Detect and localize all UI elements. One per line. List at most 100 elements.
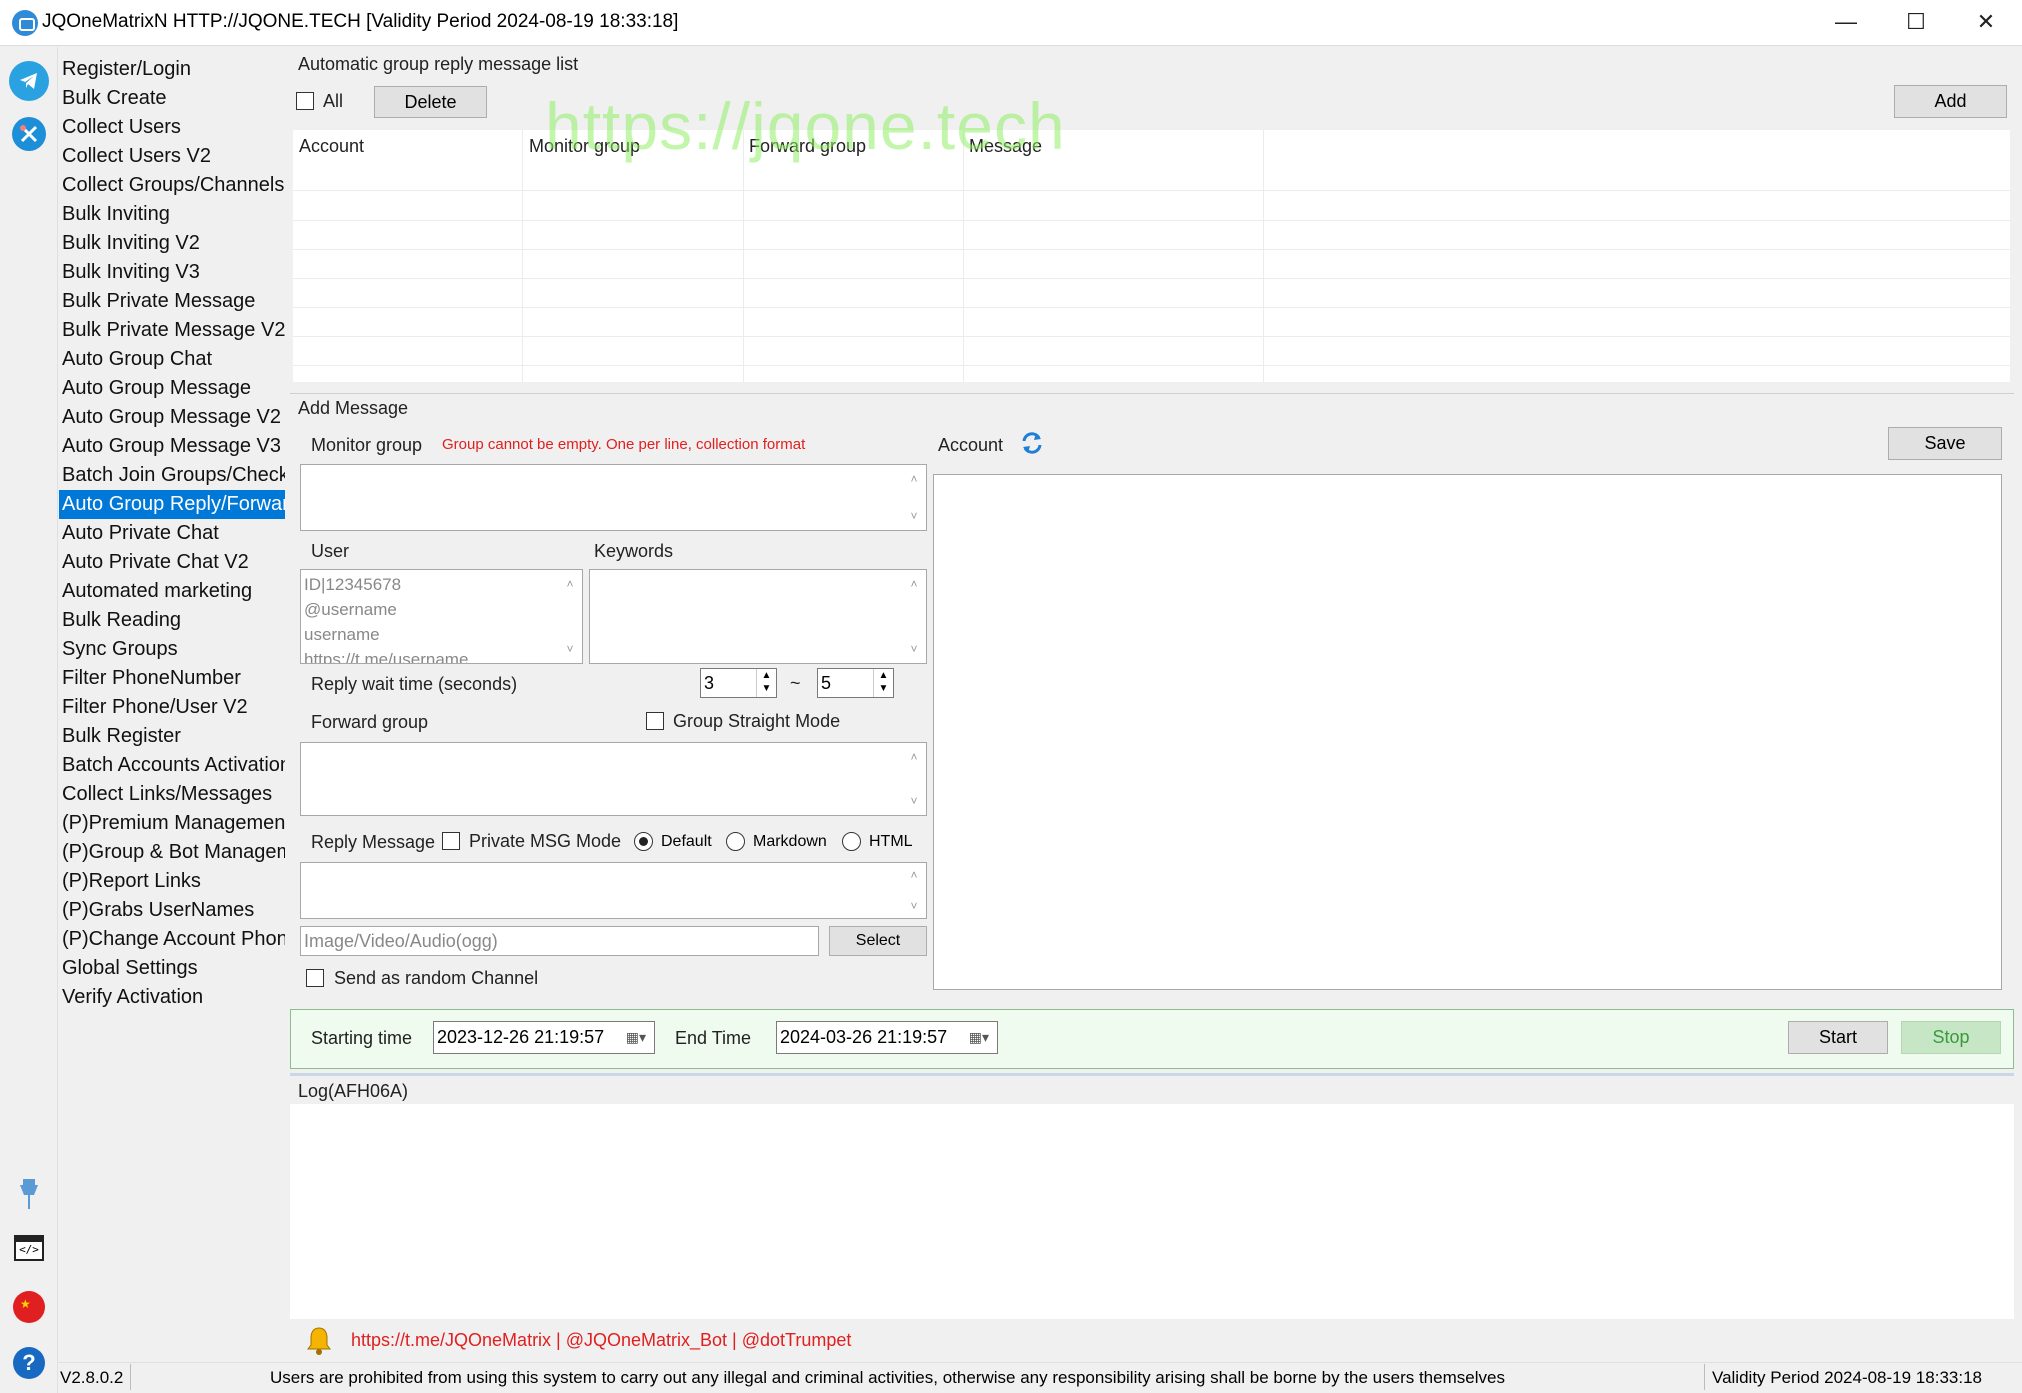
keywords-label: Keywords xyxy=(594,541,674,561)
nav-item-grabs-usernames[interactable]: (P)Grabs UserNames xyxy=(59,896,285,925)
nav-item-auto-group-message-v2[interactable]: Auto Group Message V2 xyxy=(59,403,285,432)
close-button[interactable]: ✕ xyxy=(1955,0,2017,46)
nav-item-sync-groups[interactable]: Sync Groups xyxy=(59,635,285,664)
pin-icon[interactable] xyxy=(16,1177,42,1213)
nav-item-batch-accounts-activation[interactable]: Batch Accounts Activation xyxy=(59,751,285,780)
minimize-button[interactable]: — xyxy=(1815,0,1877,46)
group-straight-checkbox[interactable] xyxy=(646,712,664,730)
bell-icon[interactable] xyxy=(306,1325,332,1355)
monitor-group-input[interactable]: ˄ ˅ xyxy=(300,464,927,531)
user-label: User xyxy=(311,541,350,561)
scroll-up-icon[interactable]: ˄ xyxy=(564,578,576,590)
group-straight-label: Group Straight Mode xyxy=(673,711,841,731)
wait-max-stepper[interactable]: 5 ▲ ▼ xyxy=(817,668,894,698)
nav-item-collect-groups[interactable]: Collect Groups/Channels xyxy=(59,171,285,200)
tools-icon[interactable] xyxy=(12,117,46,151)
wait-min-stepper[interactable]: 3 ▲ ▼ xyxy=(700,668,777,698)
scroll-up-icon[interactable]: ˄ xyxy=(908,751,920,763)
scroll-down-icon[interactable]: ˅ xyxy=(908,510,920,522)
delete-button[interactable]: Delete xyxy=(374,86,487,118)
nav-item-filter-phonenumber[interactable]: Filter PhoneNumber xyxy=(59,664,285,693)
nav-item-auto-private-chat[interactable]: Auto Private Chat xyxy=(59,519,285,548)
scroll-down-icon[interactable]: ˅ xyxy=(564,643,576,655)
nav-item-auto-group-message[interactable]: Auto Group Message xyxy=(59,374,285,403)
random-channel-checkbox[interactable] xyxy=(306,969,324,987)
select-all-checkbox[interactable] xyxy=(296,92,314,110)
help-icon[interactable]: ? xyxy=(13,1347,45,1379)
forward-group-label: Forward group xyxy=(311,712,429,732)
reply-message-input[interactable]: ˄ ˅ xyxy=(300,862,927,919)
maximize-button[interactable]: ☐ xyxy=(1885,0,1947,46)
nav-item-auto-group-message-v3[interactable]: Auto Group Message V3 xyxy=(59,432,285,461)
column-header-account[interactable]: Account xyxy=(299,136,364,157)
nav-item-premium-management[interactable]: (P)Premium Management xyxy=(59,809,285,838)
save-button[interactable]: Save xyxy=(1888,427,2002,460)
nav-item-bulk-private-message-v2[interactable]: Bulk Private Message V2 xyxy=(59,316,285,345)
nav-item-bulk-inviting[interactable]: Bulk Inviting xyxy=(59,200,285,229)
scroll-up-icon[interactable]: ˄ xyxy=(908,578,920,590)
scroll-up-icon[interactable]: ˄ xyxy=(908,869,920,881)
nav-item-auto-private-chat-v2[interactable]: Auto Private Chat V2 xyxy=(59,548,285,577)
start-time-picker[interactable]: 2023-12-26 21:19:57 ▦▾ xyxy=(433,1021,655,1054)
china-flag-icon[interactable]: ★ xyxy=(13,1291,45,1323)
spinner-arrows-icon[interactable]: ▲ ▼ xyxy=(873,669,893,697)
scroll-down-icon[interactable]: ˅ xyxy=(908,900,920,912)
media-file-input[interactable]: Image/Video/Audio(ogg) xyxy=(300,926,819,956)
start-button[interactable]: Start xyxy=(1788,1021,1888,1054)
textarea-scrollbar[interactable]: ˄ ˅ xyxy=(904,743,926,815)
textarea-scrollbar[interactable]: ˄ ˅ xyxy=(560,570,582,663)
nav-item-auto-group-chat[interactable]: Auto Group Chat xyxy=(59,345,285,374)
format-default-radio[interactable] xyxy=(634,832,653,851)
add-button[interactable]: Add xyxy=(1894,85,2007,118)
end-time-picker[interactable]: 2024-03-26 21:19:57 ▦▾ xyxy=(776,1021,998,1054)
nav-item-batch-join-groups[interactable]: Batch Join Groups/Check xyxy=(59,461,285,490)
nav-item-collect-users[interactable]: Collect Users xyxy=(59,113,285,142)
scroll-down-icon[interactable]: ˅ xyxy=(908,795,920,807)
nav-item-bulk-inviting-v2[interactable]: Bulk Inviting V2 xyxy=(59,229,285,258)
reply-list-table[interactable]: Account Monitor group Forward group Mess… xyxy=(293,130,2010,382)
list-section-title: Automatic group reply message list xyxy=(298,54,579,74)
textarea-scrollbar[interactable]: ˄ ˅ xyxy=(904,570,926,663)
validity-period: Validity Period 2024-08-19 18:33:18 xyxy=(1712,1368,1982,1387)
nav-item-group-bot-management[interactable]: (P)Group & Bot Management xyxy=(59,838,285,867)
nav-item-automated-marketing[interactable]: Automated marketing xyxy=(59,577,285,606)
nav-item-register-login[interactable]: Register/Login xyxy=(59,55,285,84)
nav-item-global-settings[interactable]: Global Settings xyxy=(59,954,285,983)
section-divider xyxy=(290,1073,2014,1076)
stop-button[interactable]: Stop xyxy=(1901,1021,2001,1054)
nav-item-bulk-inviting-v3[interactable]: Bulk Inviting V3 xyxy=(59,258,285,287)
nav-item-collect-links-messages[interactable]: Collect Links/Messages xyxy=(59,780,285,809)
user-input[interactable]: ID|12345678 @username username https://t… xyxy=(300,569,583,664)
contact-links[interactable]: https://t.me/JQOneMatrix | @JQOneMatrix_… xyxy=(351,1330,851,1351)
log-output[interactable] xyxy=(290,1104,2014,1319)
keywords-input[interactable]: ˄ ˅ xyxy=(589,569,927,664)
private-msg-mode-checkbox[interactable] xyxy=(442,832,460,850)
scroll-up-icon[interactable]: ˄ xyxy=(908,473,920,485)
code-window-icon[interactable]: </> xyxy=(14,1235,44,1261)
nav-item-report-links[interactable]: (P)Report Links xyxy=(59,867,285,896)
account-label: Account xyxy=(938,435,1004,455)
nav-item-change-account-phone[interactable]: (P)Change Account Phone xyxy=(59,925,285,954)
nav-item-verify-activation[interactable]: Verify Activation xyxy=(59,983,285,1012)
account-list-box[interactable] xyxy=(933,474,2002,990)
nav-item-filter-phone-user-v2[interactable]: Filter Phone/User V2 xyxy=(59,693,285,722)
nav-item-bulk-create[interactable]: Bulk Create xyxy=(59,84,285,113)
format-html-radio[interactable] xyxy=(842,832,861,851)
nav-item-bulk-register[interactable]: Bulk Register xyxy=(59,722,285,751)
calendar-dropdown-icon[interactable]: ▦▾ xyxy=(969,1022,989,1052)
select-media-button[interactable]: Select xyxy=(829,926,927,956)
calendar-dropdown-icon[interactable]: ▦▾ xyxy=(626,1022,646,1052)
textarea-scrollbar[interactable]: ˄ ˅ xyxy=(904,863,926,918)
scroll-down-icon[interactable]: ˅ xyxy=(908,643,920,655)
refresh-icon[interactable] xyxy=(1019,430,1045,456)
nav-item-bulk-private-message[interactable]: Bulk Private Message xyxy=(59,287,285,316)
spinner-arrows-icon[interactable]: ▲ ▼ xyxy=(756,669,776,697)
forward-group-input[interactable]: ˄ ˅ xyxy=(300,742,927,816)
format-markdown-radio[interactable] xyxy=(726,832,745,851)
user-placeholder-line: @username xyxy=(304,600,397,619)
nav-item-auto-group-reply[interactable]: Auto Group Reply/Forward xyxy=(59,490,285,519)
nav-item-bulk-reading[interactable]: Bulk Reading xyxy=(59,606,285,635)
textarea-scrollbar[interactable]: ˄ ˅ xyxy=(904,465,926,530)
telegram-icon[interactable] xyxy=(9,61,49,101)
nav-item-collect-users-v2[interactable]: Collect Users V2 xyxy=(59,142,285,171)
